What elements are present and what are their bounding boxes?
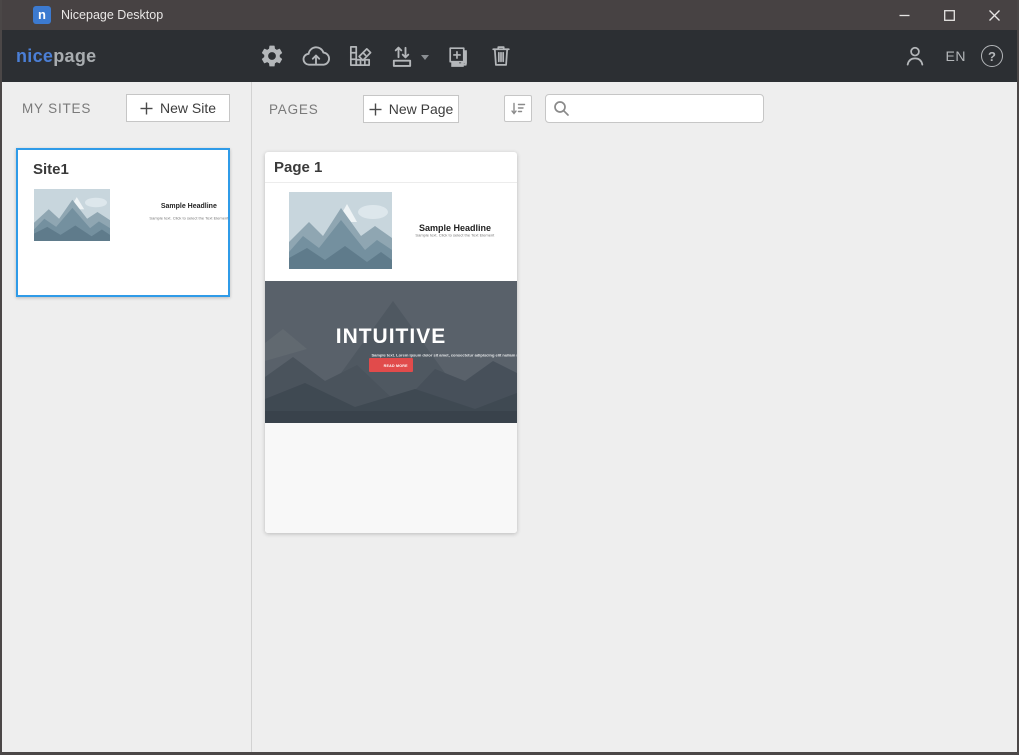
- cloud-upload-icon: [302, 46, 330, 66]
- window-title: Nicepage Desktop: [61, 8, 164, 22]
- page-thumb-hero-section: Sample Headline Sample text. Click to se…: [265, 183, 517, 281]
- publish-button[interactable]: [300, 38, 332, 74]
- banner-headline: INTUITIVE: [335, 325, 447, 348]
- search-box: [545, 94, 764, 123]
- toolbar: nicepage EN ?: [2, 30, 1017, 82]
- maximize-button[interactable]: [927, 0, 972, 30]
- sort-button[interactable]: [504, 95, 532, 122]
- help-icon: ?: [988, 48, 996, 64]
- my-sites-heading: MY SITES: [22, 101, 92, 116]
- pages-panel: PAGES New Page Page 1 Sample Headline Sa…: [252, 82, 1017, 752]
- close-icon: [989, 9, 1000, 21]
- page-thumb-banner-section: INTUITIVE Sample text. Lorem ipsum dolor…: [265, 281, 517, 423]
- window-controls: [882, 0, 1017, 30]
- titlebar: n Nicepage Desktop: [2, 0, 1017, 30]
- mountain-image: [34, 189, 110, 241]
- sites-panel: MY SITES New Site Site1 Sample Headline …: [2, 82, 252, 752]
- duplicate-page-icon: [448, 46, 467, 67]
- search-input[interactable]: [545, 94, 764, 123]
- mountain-image: [289, 192, 392, 269]
- new-page-button[interactable]: New Page: [363, 95, 459, 123]
- page-thumb-footer-section: [265, 423, 517, 533]
- site-thumb-subtext: Sample text. Click to select the Text El…: [149, 215, 229, 221]
- delete-button[interactable]: [485, 38, 517, 74]
- minimize-icon: [899, 14, 910, 16]
- minimize-button[interactable]: [882, 0, 927, 30]
- app-window: n Nicepage Desktop nicepage EN ? MY SITE…: [0, 0, 1019, 755]
- import-export-icon: [392, 46, 412, 67]
- site-thumb-text: Sample Headline Sample text. Click to se…: [110, 203, 268, 228]
- language-selector[interactable]: EN: [946, 48, 966, 64]
- page-thumb-headline: Sample Headline: [418, 222, 492, 233]
- person-icon: [906, 46, 923, 66]
- page-card[interactable]: Page 1 Sample Headline Sample text. Clic…: [265, 152, 517, 533]
- site-design-icon: [349, 45, 372, 67]
- new-site-label: New Site: [159, 100, 217, 116]
- page-thumb-subtext: Sample text. Click to select the Text El…: [415, 232, 495, 238]
- close-button[interactable]: [972, 0, 1017, 30]
- new-site-button[interactable]: New Site: [126, 94, 230, 122]
- pages-heading: PAGES: [269, 102, 319, 117]
- toolbar-actions: [256, 30, 517, 82]
- sort-icon: [511, 102, 526, 115]
- site-card[interactable]: Site1 Sample Headline Sample text. Click…: [16, 148, 230, 297]
- content-area: MY SITES New Site Site1 Sample Headline …: [2, 82, 1017, 752]
- duplicate-page-button[interactable]: [441, 38, 473, 74]
- settings-button[interactable]: [256, 38, 288, 74]
- plus-icon: [369, 103, 382, 115]
- page-name: Page 1: [265, 152, 517, 183]
- page-thumb-hero-text: Sample Headline Sample text. Click to se…: [397, 183, 513, 281]
- toolbar-right: EN ?: [899, 38, 1003, 74]
- site-design-button[interactable]: [344, 38, 376, 74]
- nicepage-logo: nicepage: [16, 45, 97, 66]
- import-export-dropdown-caret[interactable]: [421, 54, 429, 60]
- new-page-label: New Page: [388, 101, 454, 117]
- maximize-icon: [944, 9, 955, 21]
- site-name: Site1: [33, 161, 69, 178]
- help-button[interactable]: ?: [981, 45, 1003, 67]
- app-icon: n: [33, 6, 51, 24]
- plus-icon: [140, 102, 153, 114]
- trash-icon: [492, 46, 510, 66]
- import-export-button[interactable]: [388, 38, 429, 74]
- site-thumb-headline: Sample Headline: [160, 202, 217, 210]
- gear-icon: [261, 45, 283, 67]
- site-thumbnail: Sample Headline Sample text. Click to se…: [18, 189, 228, 241]
- read-more-button: READ MORE: [369, 358, 413, 372]
- search-icon: [554, 101, 569, 116]
- account-button[interactable]: [899, 38, 931, 74]
